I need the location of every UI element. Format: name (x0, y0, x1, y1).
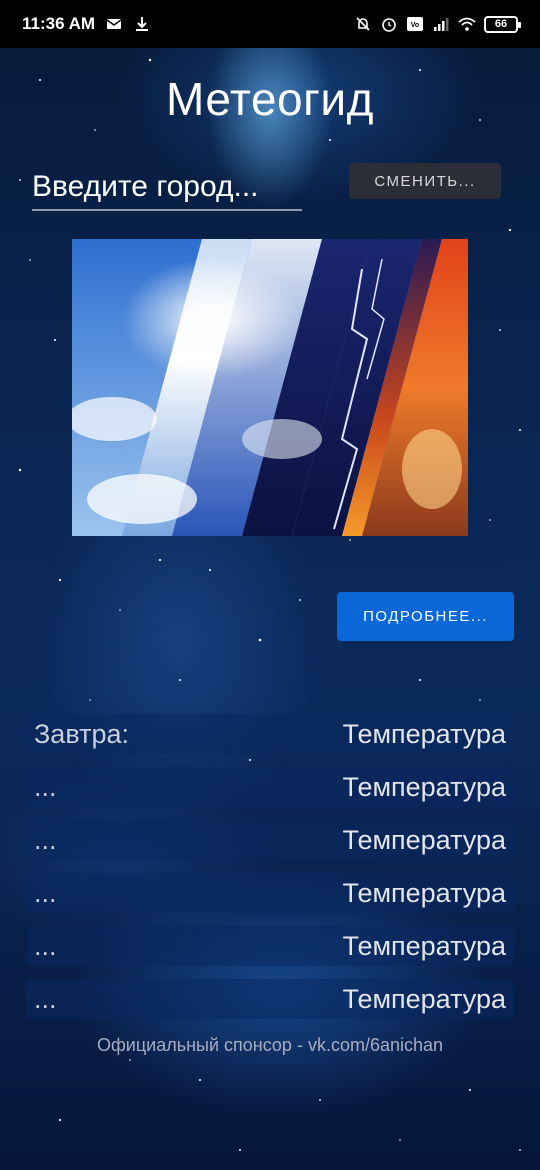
forecast-row: ... Температура (26, 873, 514, 913)
details-button[interactable]: ПОДРОБНЕЕ... (337, 592, 514, 641)
forecast-day-label: ... (34, 771, 57, 802)
weather-collage-image (72, 239, 468, 536)
city-input[interactable] (32, 164, 302, 211)
forecast-day-label: ... (34, 824, 57, 855)
status-bar: 11:36 AM Vo 66 (0, 0, 540, 48)
forecast-row: Завтра: Температура (26, 714, 514, 754)
download-icon (136, 17, 149, 31)
volte-icon: Vo (407, 17, 423, 31)
forecast-temperature: Температура (342, 877, 506, 908)
forecast-row: ... Температура (26, 820, 514, 860)
status-time: 11:36 AM (22, 14, 96, 33)
forecast-temperature: Температура (342, 718, 506, 749)
mute-bell-icon (356, 17, 370, 31)
mail-icon (106, 19, 122, 29)
forecast-day-label: ... (34, 983, 57, 1014)
forecast-day-label: Завтра: (34, 718, 129, 749)
svg-text:Vo: Vo (411, 22, 419, 29)
wifi-icon (458, 17, 476, 31)
alarm-icon (382, 18, 396, 32)
change-city-button[interactable]: СМЕНИТЬ... (349, 163, 501, 199)
forecast-temperature: Температура (342, 983, 506, 1014)
forecast-day-label: ... (34, 877, 57, 908)
forecast-temperature: Температура (342, 824, 506, 855)
signal-icon (434, 18, 449, 31)
forecast-temperature: Температура (342, 771, 506, 802)
forecast-row: ... Температура (26, 979, 514, 1019)
sponsor-text: Официальный спонсор - vk.com/6anichan (96, 1035, 444, 1055)
forecast-row: ... Температура (26, 767, 514, 807)
forecast-temperature: Температура (342, 930, 506, 961)
battery-icon: 66 (484, 15, 521, 33)
app-title: Метеогид (166, 73, 374, 125)
forecast-day-label: ... (34, 930, 57, 961)
forecast-row: ... Температура (26, 926, 514, 966)
